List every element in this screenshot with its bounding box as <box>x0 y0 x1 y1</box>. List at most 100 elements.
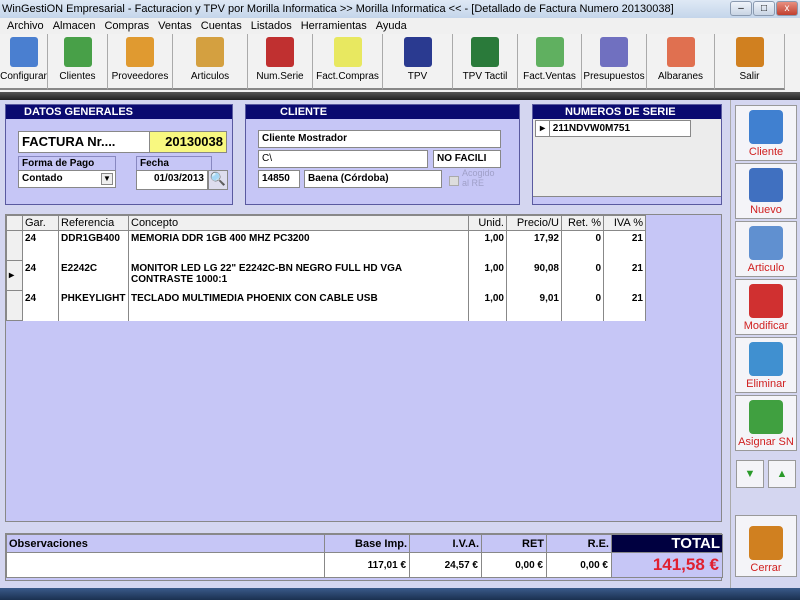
toolbar-fact-ventas-button[interactable]: Fact.Ventas <box>518 34 582 90</box>
menu-herramientas[interactable]: Herramientas <box>301 18 367 34</box>
cell-concepto: TECLADO MULTIMEDIA PHOENIX CON CABLE USB <box>128 290 469 321</box>
column-header[interactable]: Referencia <box>58 215 129 231</box>
toolbar-tpv-tactil-button[interactable]: TPV Tactil <box>453 34 518 90</box>
toolbar-label: Configurar <box>0 71 47 82</box>
search-client-icon <box>749 110 783 144</box>
articulo-button[interactable]: Articulo <box>735 221 797 277</box>
minimize-button[interactable]: – <box>730 1 752 16</box>
asignar-sn-button[interactable]: Asignar SN <box>735 395 797 451</box>
toolbar-label: Fact.Ventas <box>523 71 576 82</box>
barcode-icon <box>266 37 294 67</box>
forma-pago-label: Forma de Pago <box>18 156 116 171</box>
barcode-icon <box>749 400 783 434</box>
cerrar-button[interactable]: Cerrar <box>735 515 797 577</box>
cliente-nombre-input[interactable]: Cliente Mostrador <box>258 130 501 148</box>
toolbar-label: Fact.Compras <box>316 71 379 82</box>
side-label: Eliminar <box>746 378 786 390</box>
column-header[interactable]: Ret. % <box>561 215 604 231</box>
cliente-poblacion-input[interactable]: Baena (Córdoba) <box>304 170 442 188</box>
row-header[interactable] <box>6 290 23 321</box>
acogido-re-checkbox[interactable] <box>449 176 459 186</box>
table-row[interactable]: 24 DDR1GB400 MEMORIA DDR 1GB 400 MHZ PC320… <box>6 230 646 261</box>
column-header[interactable]: IVA % <box>603 215 646 231</box>
invoice-icon <box>535 37 564 67</box>
serie-row[interactable]: ▸ 211NDVW0M751 <box>535 120 691 137</box>
cell-concepto: MONITOR LED LG 22" E2242C-BN NEGRO FULL … <box>128 260 469 291</box>
modificar-button[interactable]: Modificar <box>735 279 797 335</box>
column-header[interactable]: Unid. <box>468 215 507 231</box>
menu-listados[interactable]: Listados <box>251 18 292 34</box>
column-header[interactable]: Precio/U <box>506 215 562 231</box>
fecha-label: Fecha <box>136 156 212 171</box>
search-icon[interactable]: 🔍 <box>208 170 228 190</box>
cliente-cp-input[interactable]: 14850 <box>258 170 300 188</box>
cell-iva: 21 <box>603 230 646 261</box>
chevron-down-icon[interactable]: ▼ <box>101 173 113 185</box>
maximize-button[interactable]: □ <box>753 1 775 16</box>
cell-unid: 1,00 <box>468 290 507 321</box>
panel-header: DATOS GENERALES <box>6 105 232 119</box>
modify-x-icon <box>749 284 783 318</box>
toolbar-configurar-button[interactable]: Configurar <box>0 34 48 90</box>
cliente-direccion-input[interactable]: C\ <box>258 150 428 168</box>
nuevo-button[interactable]: Nuevo <box>735 163 797 219</box>
scrollbar[interactable] <box>533 196 721 204</box>
toolbar-label: Presupuestos <box>583 71 645 82</box>
arrow-down-button[interactable]: ▼ <box>736 460 764 488</box>
table-row[interactable]: 24 PHKEYLIGHT TECLADO MULTIMEDIA PHOENIX C… <box>6 290 646 321</box>
row-pointer-icon[interactable]: ▸ <box>6 260 23 291</box>
exit-door-icon <box>749 526 783 560</box>
toolbar-proveedores-button[interactable]: Proveedores <box>108 34 173 90</box>
eliminar-button[interactable]: Eliminar <box>735 337 797 393</box>
fecha-input[interactable]: 01/03/2013 <box>136 170 208 190</box>
gear-icon <box>9 37 38 67</box>
lines-table: Gar. Referencia Concepto Unid. Precio/U Ret. … <box>6 215 646 321</box>
table-row[interactable]: ▸ 24 E2242C MONITOR LED LG 22" E2242C-BN NE… <box>6 260 646 291</box>
menu-almacen[interactable]: Almacen <box>53 18 96 34</box>
column-header[interactable]: Gar. <box>22 215 59 231</box>
cliente-nif-input[interactable]: NO FACILI <box>433 150 501 168</box>
iva-label: I.V.A. <box>409 534 482 553</box>
menu-ventas[interactable]: Ventas <box>158 18 192 34</box>
toolbar-label: Albaranes <box>657 71 704 82</box>
menu-ayuda[interactable]: Ayuda <box>376 18 407 34</box>
iva-value: 24,57 € <box>409 552 482 578</box>
forma-pago-select[interactable]: Contado ▼ <box>18 170 116 188</box>
toolbar-salir-button[interactable]: Salir <box>715 34 785 90</box>
numeros-serie-panel: NUMEROS DE SERIE ▸ 211NDVW0M751 <box>532 104 722 205</box>
side-label: Asignar SN <box>738 436 794 448</box>
toolbar-fact-compras-button[interactable]: Fact.Compras <box>313 34 383 90</box>
cell-preciou: 9,01 <box>506 290 562 321</box>
base-label: Base Imp. <box>324 534 410 553</box>
menu-archivo[interactable]: Archivo <box>7 18 44 34</box>
lines-grid: Gar. Referencia Concepto Unid. Precio/U Ret. … <box>5 214 722 522</box>
total-label: TOTAL <box>611 534 723 553</box>
row-header[interactable] <box>6 230 23 261</box>
base-value: 117,01 € <box>324 552 410 578</box>
column-header[interactable]: Concepto <box>128 215 469 231</box>
cliente-button[interactable]: Cliente <box>735 105 797 161</box>
factura-label: FACTURA Nr.... <box>18 131 150 153</box>
cell-iva: 21 <box>603 290 646 321</box>
close-window-button[interactable]: x <box>776 1 798 16</box>
row-header <box>6 215 23 231</box>
toolbar-albaranes-button[interactable]: Albaranes <box>647 34 715 90</box>
pos-terminal-icon <box>403 37 432 67</box>
observaciones-label: Observaciones <box>6 534 325 553</box>
toolbar-clientes-button[interactable]: Clientes <box>48 34 108 90</box>
cell-unid: 1,00 <box>468 230 507 261</box>
cell-iva: 21 <box>603 260 646 291</box>
arrow-up-button[interactable]: ▲ <box>768 460 796 488</box>
toolbar-num-serie-button[interactable]: Num.Serie <box>248 34 313 90</box>
toolbar-tpv-button[interactable]: TPV <box>383 34 453 90</box>
toolbar-presupuestos-button[interactable]: Presupuestos <box>582 34 647 90</box>
acogido-re-label: Acogido al RE <box>462 168 495 188</box>
observaciones-input[interactable] <box>6 552 325 578</box>
toolbar-label: Proveedores <box>111 71 169 82</box>
menu-compras[interactable]: Compras <box>104 18 149 34</box>
client-icon <box>63 37 92 67</box>
toolbar-articulos-button[interactable]: Articulos <box>173 34 248 90</box>
search-article-icon <box>749 226 783 260</box>
factura-number[interactable]: 20130038 <box>149 131 227 153</box>
menu-cuentas[interactable]: Cuentas <box>201 18 242 34</box>
